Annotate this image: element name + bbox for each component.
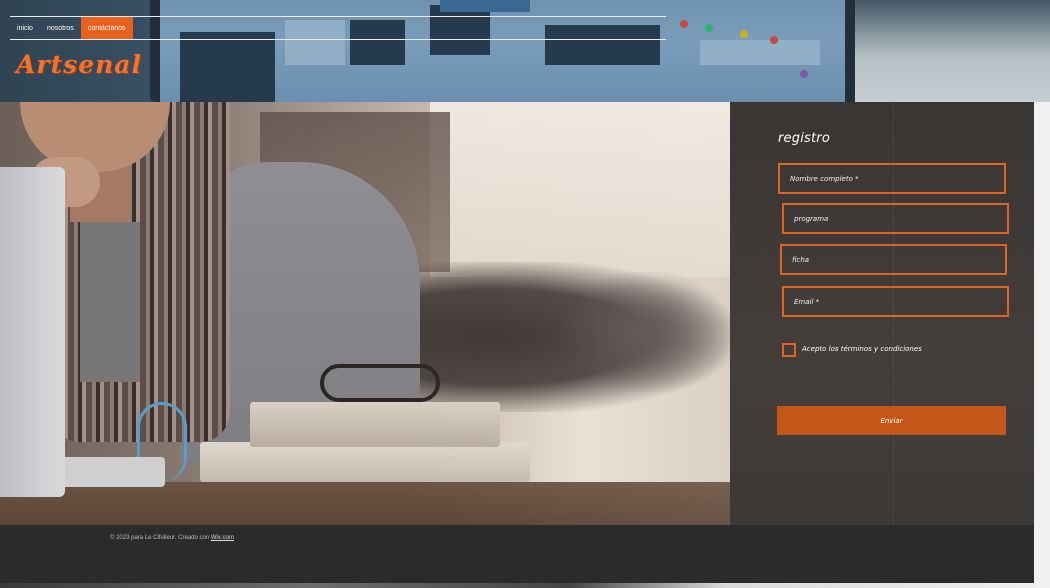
header: inicio nosotros contáctanos Artsenal xyxy=(0,0,1050,102)
main-nav: inicio nosotros contáctanos xyxy=(10,17,133,39)
wix-link[interactable]: Wix.com xyxy=(211,535,234,541)
footer-copyright-text: © 2023 para Le Cifulleur. Creado con xyxy=(110,535,211,541)
hero-fade xyxy=(0,102,730,525)
nav-bottom-rule xyxy=(10,39,666,40)
form-title: registro xyxy=(778,131,830,146)
site-logo[interactable]: Artsenal xyxy=(16,50,142,79)
submit-button[interactable]: Enviar xyxy=(777,406,1006,435)
page-bottom-strip xyxy=(0,583,1034,588)
email-input[interactable] xyxy=(782,286,1009,317)
nombre-completo-input[interactable] xyxy=(778,163,1006,194)
programa-input[interactable] xyxy=(782,203,1009,234)
footer-copyright: © 2023 para Le Cifulleur. Creado con Wix… xyxy=(110,535,234,541)
terms-checkbox[interactable] xyxy=(782,343,796,357)
nav-item-inicio[interactable]: inicio xyxy=(10,17,40,39)
hero-image xyxy=(0,102,730,525)
ficha-input[interactable] xyxy=(780,244,1007,275)
nav-item-nosotros[interactable]: nosotros xyxy=(40,17,81,39)
terms-label: Acepto los términos y condiciones xyxy=(802,345,922,353)
nav-item-contactanos[interactable]: contáctanos xyxy=(80,17,133,39)
footer xyxy=(0,525,1034,583)
page-right-edge xyxy=(1034,102,1050,588)
